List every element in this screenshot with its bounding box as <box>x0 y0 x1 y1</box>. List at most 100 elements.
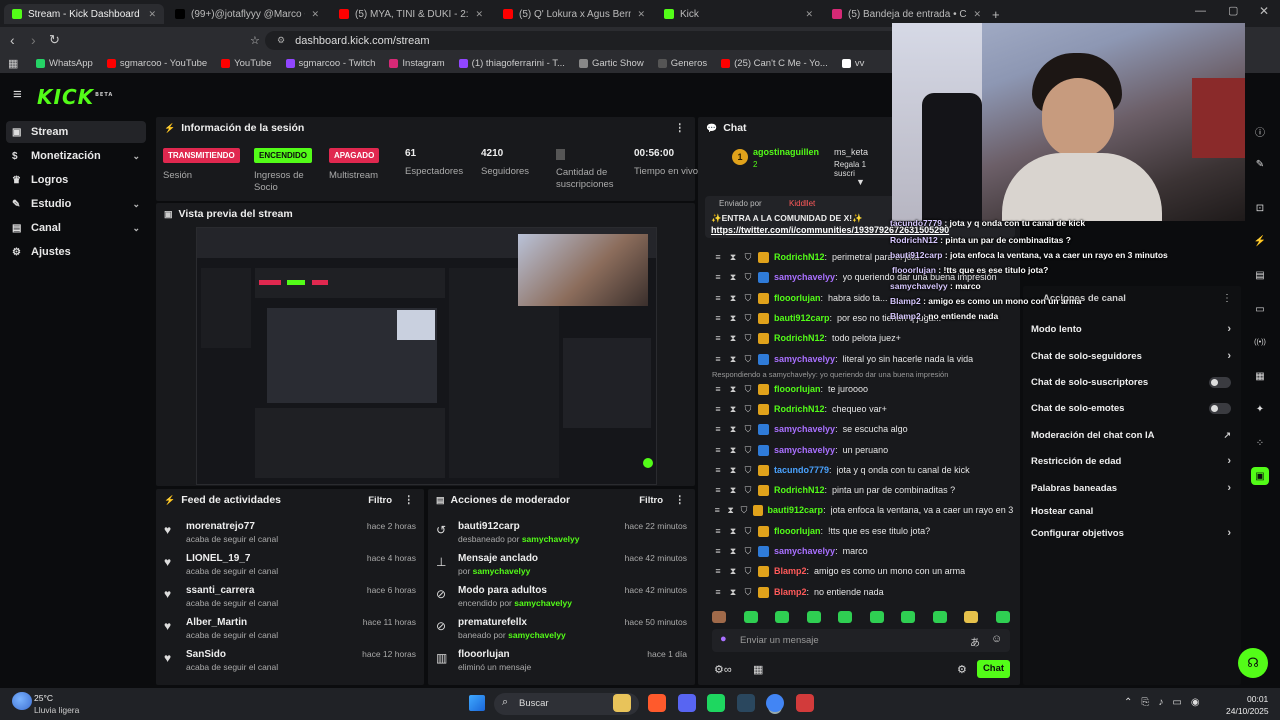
channel-action-item[interactable]: Chat de solo-emotes <box>1031 399 1231 417</box>
brave-icon[interactable] <box>648 694 666 712</box>
timeout-icon[interactable]: ⧗ <box>728 485 738 496</box>
apps-grid-icon[interactable]: ▦ <box>8 57 18 70</box>
menu-icon[interactable]: ≡ <box>713 505 721 515</box>
channel-action-item[interactable]: Chat de solo-seguidores › <box>1031 347 1231 365</box>
channel-action-item[interactable]: Configurar objetivos › <box>1031 524 1231 542</box>
activity-filter-button[interactable]: Filtro <box>368 495 392 506</box>
browser-tab[interactable]: Stream - Kick Dashboard ✕ <box>4 4 164 24</box>
system-tray[interactable]: ⌃⎘♪▭◉ <box>1124 697 1209 708</box>
mod-action-item[interactable]: ▥ flooorlujan eliminó un mensaje hace 1 día <box>436 649 687 679</box>
activity-feed-item[interactable]: ♥ morenatrejo77 acaba de seguir el canal ha… <box>164 521 416 551</box>
browser-tab[interactable]: (5) Q' Lokura x Agus Bernasconi - CC ✕ <box>495 4 653 24</box>
follower-name[interactable]: ssanti_carrera <box>186 585 254 596</box>
channel-action-item[interactable]: Palabras baneadas › <box>1031 479 1231 497</box>
chat-message[interactable]: ≡ ⧗ ⛉ samychavelyy: literal yo sin hacerle n… <box>713 350 1013 368</box>
layout-icon[interactable]: ▦ <box>1251 367 1269 385</box>
timeout-icon[interactable]: ⧗ <box>728 566 738 577</box>
follower-name[interactable]: morenatrejo77 <box>186 521 255 532</box>
chat-message[interactable]: ≡ ⧗ ⛉ RodrichN12: pinta un par de combinadit… <box>713 481 1013 499</box>
shield-icon[interactable]: ⛉ <box>743 333 753 344</box>
emote-icon[interactable] <box>743 611 758 623</box>
emote-icon[interactable] <box>712 611 726 623</box>
emote-icon[interactable] <box>995 611 1010 623</box>
support-chat-button[interactable]: ☊ <box>1238 648 1268 678</box>
sidebar-item-ajustes[interactable]: ⚙ Ajustes <box>6 241 146 263</box>
chat-tools-icon[interactable]: ⚙∞ <box>714 663 732 676</box>
shield-icon[interactable]: ⛉ <box>743 424 753 435</box>
activity-feed-item[interactable]: ♥ SanSido acaba de seguir el canal hace 12 … <box>164 649 416 679</box>
shield-icon[interactable]: ⛉ <box>743 404 753 415</box>
bookmark-item[interactable]: Generos <box>657 58 707 69</box>
moderator-name[interactable]: samychavelyy <box>514 598 572 608</box>
timeout-icon[interactable]: ⧗ <box>728 445 738 456</box>
activity-feed-item[interactable]: ♥ ssanti_carrera acaba de seguir el canal h… <box>164 585 416 615</box>
kick-logo[interactable]: KICKBETA <box>37 85 113 109</box>
bookmark-item[interactable]: vv <box>841 58 864 69</box>
edit-icon[interactable]: ✎ <box>1251 155 1269 173</box>
mod-action-item[interactable]: ↺ bauti912carp desbaneado por samychavelyy… <box>436 521 687 551</box>
more-options-icon[interactable]: ⋮ <box>404 494 415 506</box>
timeout-icon[interactable]: ⧗ <box>728 384 738 395</box>
channel-action-item[interactable]: Modo lento › <box>1031 320 1231 338</box>
chat-username[interactable]: flooorlujan <box>774 526 821 536</box>
timeout-icon[interactable]: ⧗ <box>728 465 738 476</box>
chat-username[interactable]: RodrichN12 <box>774 404 825 414</box>
emote-icon[interactable] <box>775 611 789 623</box>
more-options-icon[interactable]: ⋮ <box>675 122 686 134</box>
file-explorer-icon[interactable] <box>613 694 631 712</box>
menu-icon[interactable]: ≡ <box>713 445 723 455</box>
kick-app-icon[interactable]: ▣ <box>1251 467 1269 485</box>
timeout-icon[interactable]: ⧗ <box>728 526 738 537</box>
browser-tab[interactable]: Kick ✕ <box>656 4 821 24</box>
chat-message[interactable]: ≡ ⧗ ⛉ flooorlujan: !tts que es ese titulo jo… <box>713 522 1013 540</box>
follower-name[interactable]: Alber_Martin <box>186 617 247 628</box>
chat-username[interactable]: flooorlujan <box>774 384 821 394</box>
tab-close-icon[interactable]: ✕ <box>637 9 645 20</box>
chat-message[interactable]: ≡ ⧗ ⛉ Blamp2: no entiende nada <box>713 583 1013 601</box>
shield-icon[interactable]: ⛉ <box>743 445 753 456</box>
chat-settings-icon[interactable]: ⚙ <box>957 663 967 676</box>
bolt-icon[interactable]: ⚡ <box>1251 232 1269 250</box>
shield-icon[interactable]: ⛉ <box>743 313 753 324</box>
chat-message[interactable]: ≡ ⧗ ⛉ bauti912carp: jota enfoca la ventana, … <box>713 501 1013 519</box>
sidebar-item-logros[interactable]: ♛ Logros <box>6 169 146 191</box>
chat-username[interactable]: RodrichN12 <box>774 252 825 262</box>
sidebar-item-stream[interactable]: ▣ Stream <box>6 121 146 143</box>
close-window-icon[interactable]: ✕ <box>1259 4 1269 18</box>
pinned-sender[interactable]: Kiddllet <box>789 199 815 208</box>
shield-icon[interactable]: ⛉ <box>743 384 753 395</box>
shield-icon[interactable]: ⛉ <box>743 566 753 577</box>
steam-icon[interactable] <box>737 694 755 712</box>
chat-message[interactable]: ≡ ⧗ ⛉ RodrichN12: chequeo var+ <box>713 400 1013 418</box>
chat-message[interactable]: ≡ ⧗ ⛉ samychavelyy: marco <box>713 542 1013 560</box>
site-info-icon[interactable]: ⚙ <box>277 35 285 46</box>
chat-message[interactable]: ≡ ⧗ ⛉ samychavelyy: un peruano <box>713 441 1013 459</box>
shield-icon[interactable]: ⛉ <box>743 485 753 496</box>
timeout-icon[interactable]: ⧗ <box>728 424 738 435</box>
toggle-switch[interactable] <box>1209 402 1231 414</box>
timeout-icon[interactable]: ⧗ <box>728 272 738 283</box>
mod-action-item[interactable]: ⊘ prematurefellx baneado por samychavelyy h… <box>436 617 687 647</box>
channel-action-item[interactable]: Hostear canal <box>1031 502 1231 520</box>
shield-icon[interactable]: ⛉ <box>743 354 753 365</box>
share-icon[interactable]: ⁘ <box>1251 434 1269 452</box>
chat-username[interactable]: samychavelyy <box>774 272 835 282</box>
menu-icon[interactable]: ≡ <box>713 587 723 597</box>
capture-icon[interactable]: ⊡ <box>1251 199 1269 217</box>
gift-user2[interactable]: ms_keta <box>834 147 868 157</box>
menu-icon[interactable]: ≡ <box>713 485 723 495</box>
follower-name[interactable]: LIONEL_19_7 <box>186 553 250 564</box>
menu-icon[interactable]: ≡ <box>713 354 723 364</box>
chat-message[interactable]: ≡ ⧗ ⛉ RodrichN12: todo pelota juez+ <box>713 329 1013 347</box>
moderator-name[interactable]: samychavelyy <box>508 630 566 640</box>
follower-name[interactable]: SanSido <box>186 649 226 660</box>
chat-username[interactable]: flooorlujan <box>774 293 821 303</box>
translate-icon[interactable]: あ <box>970 634 980 649</box>
maximize-icon[interactable]: ▢ <box>1228 4 1238 17</box>
chat-username[interactable]: samychavelyy <box>774 546 835 556</box>
more-options-icon[interactable]: ⋮ <box>675 494 686 506</box>
menu-icon[interactable]: ≡ <box>713 293 723 303</box>
shield-icon[interactable]: ⛉ <box>743 272 753 283</box>
emote-icon[interactable] <box>806 611 821 623</box>
chat-username[interactable]: samychavelyy <box>774 354 835 364</box>
